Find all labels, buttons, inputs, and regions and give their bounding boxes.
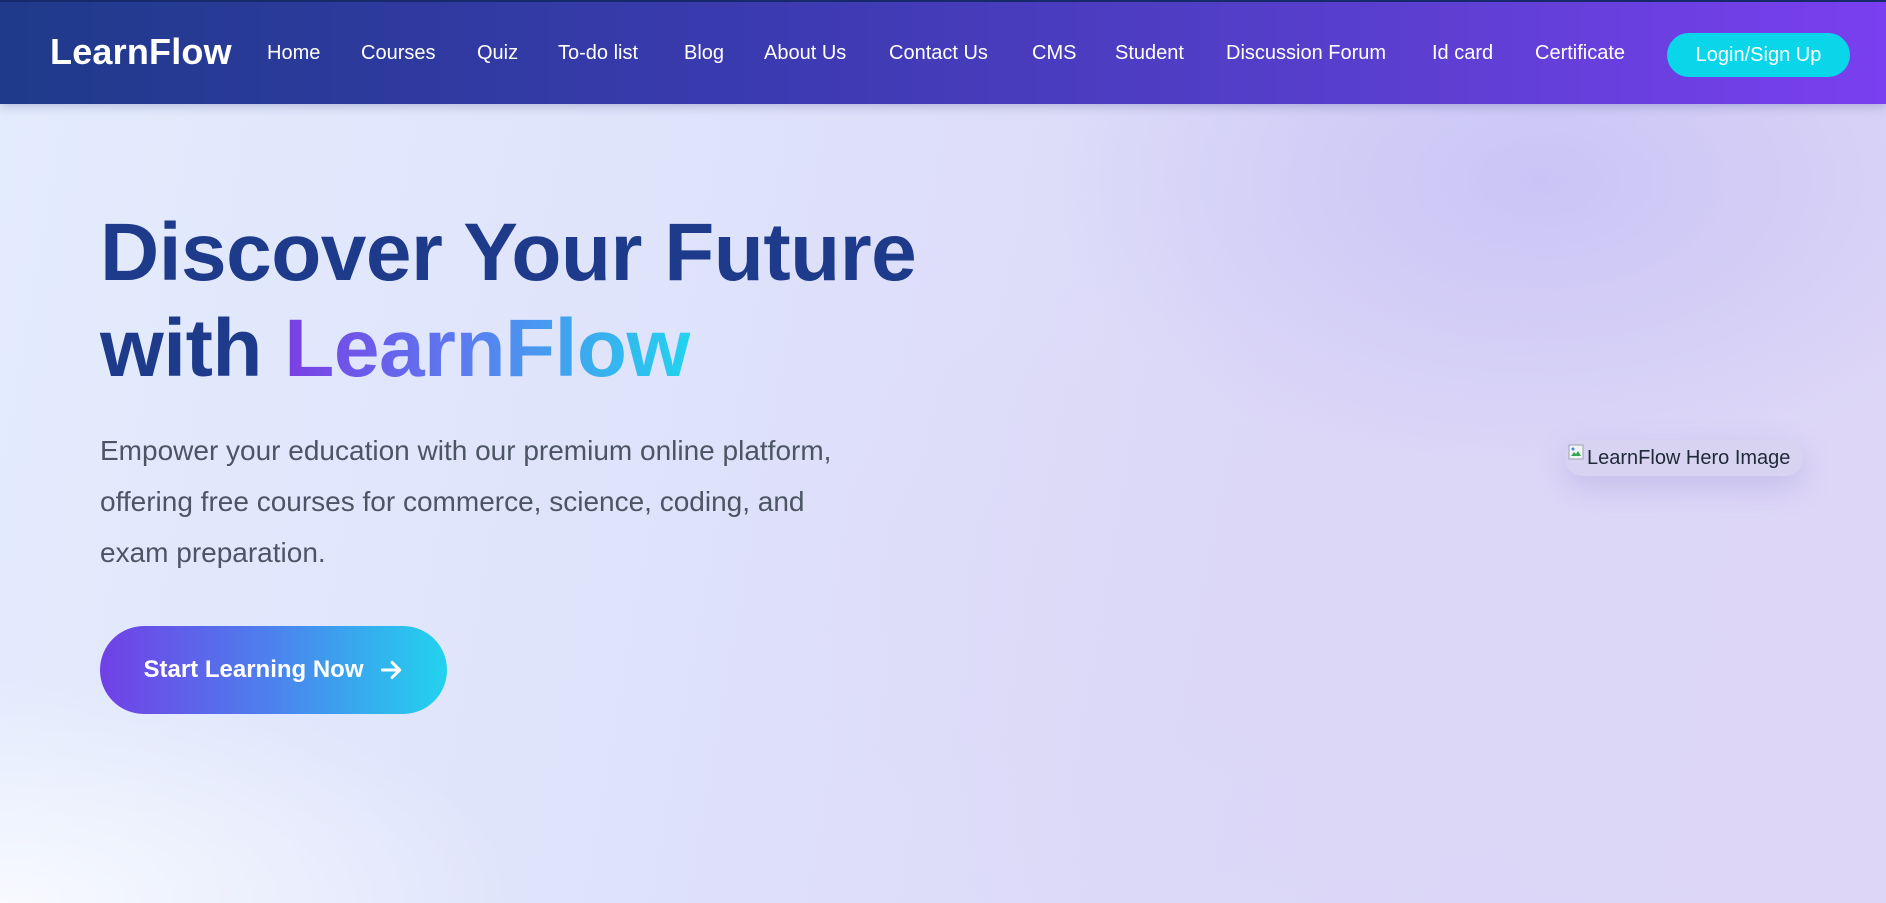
login-signup-button[interactable]: Login/Sign Up	[1667, 33, 1850, 77]
nav-link-contact-us[interactable]: Contact Us	[889, 42, 988, 65]
hero-image-alt-text: LearnFlow Hero Image	[1587, 446, 1791, 469]
start-learning-button[interactable]: Start Learning Now	[100, 626, 447, 714]
nav-links: Home Courses Quiz To-do list Blog About …	[0, 2, 1886, 106]
background-fade	[0, 563, 900, 903]
nav-link-student[interactable]: Student	[1115, 42, 1184, 65]
nav-link-quiz[interactable]: Quiz	[477, 42, 518, 65]
arrow-right-icon	[380, 660, 401, 680]
nav-link-todo-list[interactable]: To-do list	[558, 42, 638, 65]
nav-link-courses[interactable]: Courses	[361, 42, 435, 65]
hero-title-with: with	[100, 303, 285, 394]
hero-title-line2: with LearnFlow	[100, 301, 916, 397]
nav-link-cms[interactable]: CMS	[1032, 42, 1076, 65]
hero-title: Discover Your Future with LearnFlow	[100, 205, 917, 397]
broken-image-icon	[1568, 444, 1584, 460]
nav-link-discussion-forum[interactable]: Discussion Forum	[1226, 42, 1386, 65]
hero-title-brand: LearnFlow	[284, 303, 690, 394]
hero-title-line1: Discover Your Future	[100, 207, 917, 298]
hero-image: LearnFlow Hero Image	[1565, 440, 1803, 476]
nav-link-about-us[interactable]: About Us	[764, 42, 846, 65]
nav-link-certificate[interactable]: Certificate	[1535, 42, 1625, 65]
nav-link-id-card[interactable]: Id card	[1432, 42, 1493, 65]
hero-description: Empower your education with our premium …	[100, 435, 832, 568]
start-learning-label: Start Learning Now	[143, 656, 364, 683]
navbar: LearnFlow Home Courses Quiz To-do list B…	[0, 0, 1886, 104]
nav-link-blog[interactable]: Blog	[684, 42, 724, 65]
nav-link-home[interactable]: Home	[267, 42, 320, 65]
